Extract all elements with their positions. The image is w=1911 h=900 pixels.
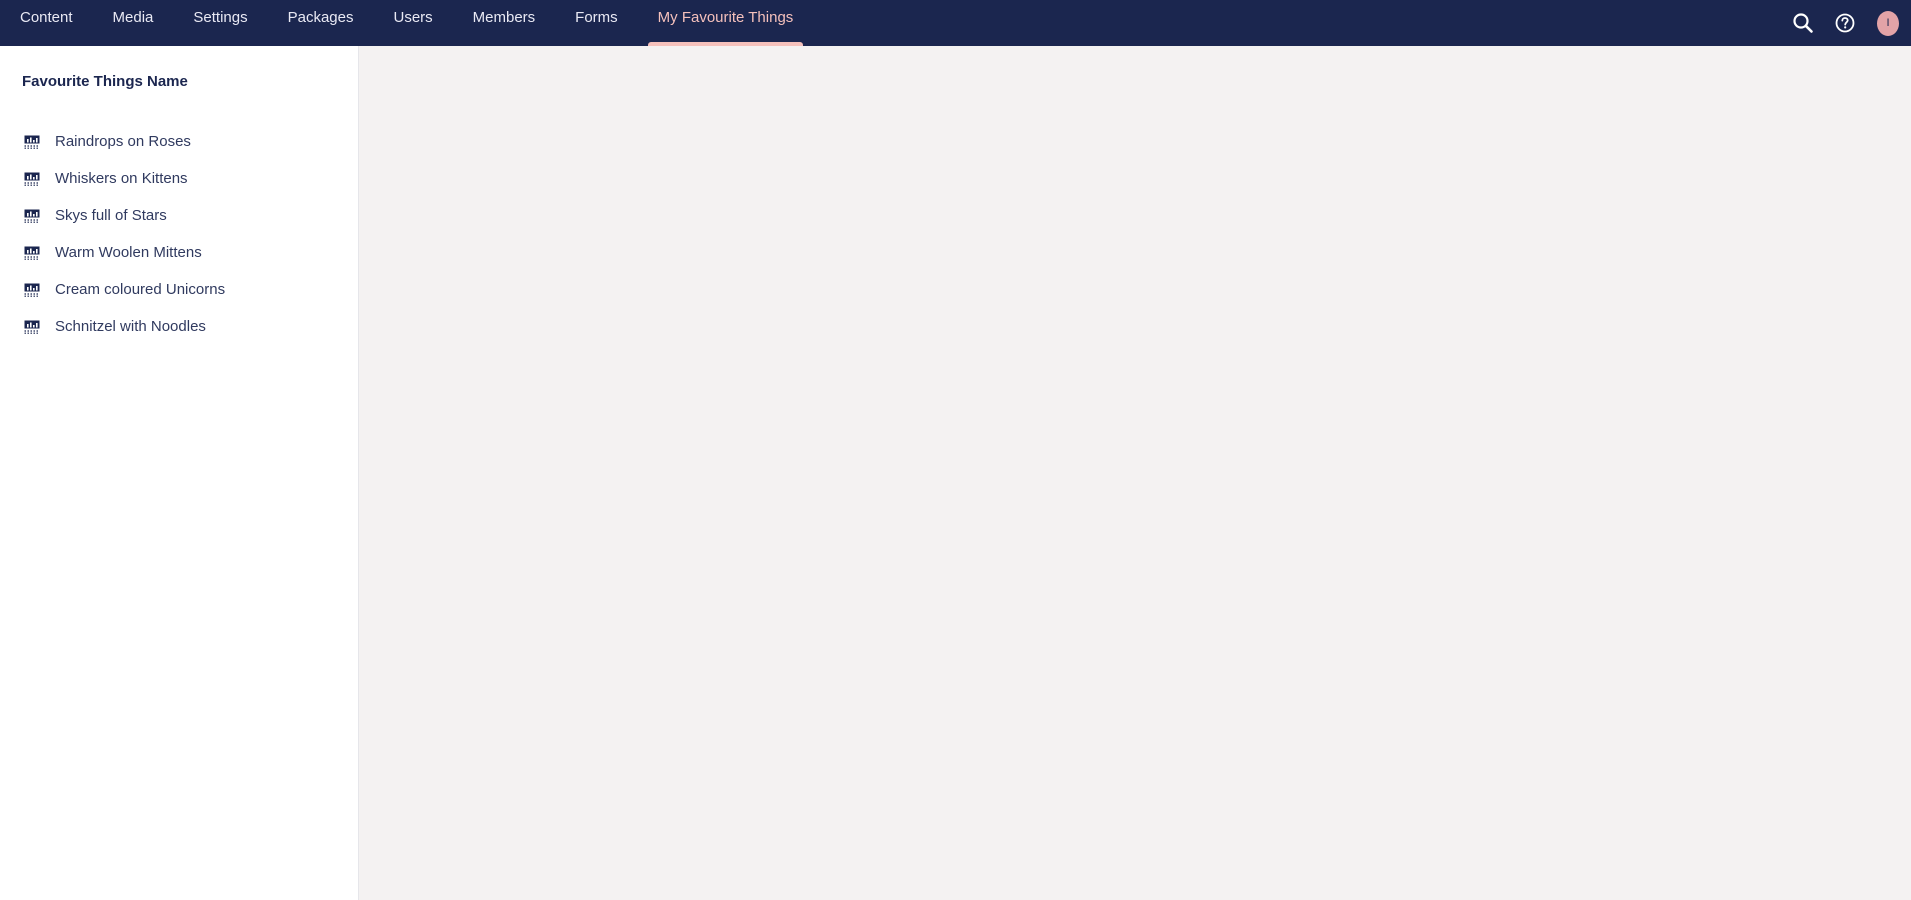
nav-item-packages[interactable]: Packages: [268, 0, 374, 46]
nav-item-my-favourite-things[interactable]: My Favourite Things: [647, 0, 804, 46]
user-avatar-button[interactable]: I: [1875, 10, 1899, 36]
chart-icon: [24, 246, 40, 260]
header-tools: I: [1791, 0, 1911, 46]
help-button[interactable]: [1833, 11, 1857, 35]
chart-icon: [24, 135, 40, 149]
nav-item-media[interactable]: Media: [93, 0, 174, 46]
search-icon: [1793, 13, 1813, 33]
nav-item-settings[interactable]: Settings: [173, 0, 267, 46]
tree-item-label: Schnitzel with Noodles: [55, 318, 206, 335]
tree-item-label: Skys full of Stars: [55, 207, 167, 224]
sidebar-tree: Favourite Things Name Raindrops on Roses…: [0, 46, 359, 900]
avatar: I: [1877, 10, 1899, 36]
nav-item-members[interactable]: Members: [453, 0, 556, 46]
section-nav: Content Media Settings Packages Users Me…: [0, 0, 803, 46]
tree-item[interactable]: Warm Woolen Mittens: [0, 234, 358, 271]
tree-item[interactable]: Schnitzel with Noodles: [0, 308, 358, 345]
chart-icon: [24, 283, 40, 297]
tree-item-label: Cream coloured Unicorns: [55, 281, 226, 298]
search-button[interactable]: [1791, 11, 1815, 35]
tree-root-label[interactable]: Favourite Things Name: [22, 73, 188, 90]
tree-item-label: Raindrops on Roses: [55, 133, 191, 150]
tree-list: Raindrops on Roses Whiskers on Kittens S…: [0, 123, 358, 345]
nav-item-content[interactable]: Content: [0, 0, 93, 46]
main-content-area: [360, 46, 1911, 900]
tree-item[interactable]: Whiskers on Kittens: [0, 160, 358, 197]
chart-icon: [24, 172, 40, 186]
tree-item[interactable]: Cream coloured Unicorns: [0, 271, 358, 308]
tree-item[interactable]: Skys full of Stars: [0, 197, 358, 234]
chart-icon: [24, 320, 40, 334]
help-icon: [1835, 13, 1855, 33]
tree-item[interactable]: Raindrops on Roses: [0, 123, 358, 160]
tree-item-label: Whiskers on Kittens: [55, 170, 188, 187]
nav-item-users[interactable]: Users: [373, 0, 452, 46]
chart-icon: [24, 209, 40, 223]
tree-item-label: Warm Woolen Mittens: [55, 244, 202, 261]
top-navigation-bar: Content Media Settings Packages Users Me…: [0, 0, 1911, 46]
nav-item-forms[interactable]: Forms: [555, 0, 638, 46]
